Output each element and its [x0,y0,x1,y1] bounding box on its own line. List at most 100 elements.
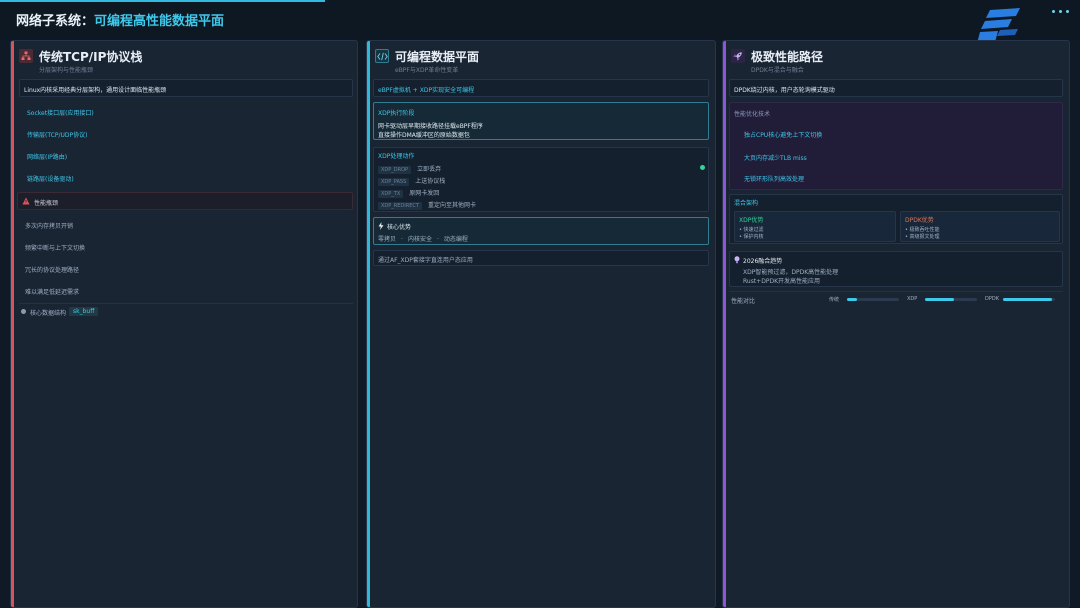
action-row: XDP_REDIRECT 重定向至其他网卡 [378,200,476,210]
panel-title: 极致性能路径 [751,50,824,64]
layer-item: 链路层(设备驱动) [27,176,74,183]
header-accent-line [0,0,325,2]
bottleneck-item: 多次内存拷贝开销 [25,223,74,230]
action-desc: 上送协议栈 [415,178,446,185]
card-title: DPDK优势 [905,217,934,224]
hybrid-box: 混合架构 XDP优势 • 快速过滤 • 保护内核 DPDK优势 • 极致吞吐性能… [729,194,1063,244]
intro-box: Linux内核采用经典分层架构，通用设计面临性能瓶颈 [19,79,353,97]
trend-title: 2026融合趋势 [743,258,783,265]
bar-track [1003,298,1055,301]
layer-item: 传输层(TCP/UDP协议) [27,132,88,139]
card-title: XDP优势 [739,217,764,224]
xdp-actions-title: XDP处理动作 [378,153,415,160]
dpdk-advantage-card: DPDK优势 • 极致吞吐性能 • 高级报文处理 [900,211,1060,242]
intro-box: eBPF虚拟机 + XDP实现安全可编程 [373,79,709,97]
intro-text: eBPF虚拟机 + XDP实现安全可编程 [378,87,475,94]
advantage-item: 动态编程 [443,236,468,243]
lightbulb-icon [734,256,740,264]
xdp-stage-title: XDP执行阶段 [378,110,415,117]
bottleneck-item: 难以满足低延迟需求 [25,289,80,296]
bar-track [847,298,899,301]
action-tag: XDP_TX [378,190,404,198]
panel-accent-bar [367,41,370,607]
optimization-title: 性能优化技术 [734,111,771,118]
panel-subtitle: eBPF与XDP革命性变革 [395,67,459,74]
bottleneck-header: 性能瓶颈 [17,192,353,210]
network-icon [19,49,33,63]
panel-accent-bar [11,41,14,607]
bar-label: XDP [907,296,918,302]
layer-item: 网络层(IP路由) [27,154,68,161]
compare-label: 性能对比 [731,298,756,305]
card-item: • 极致吞吐性能 [905,227,940,233]
bar-label: 传统 [829,297,840,303]
xdp-actions-box: XDP处理动作 XDP_DROP 立即丢弃 XDP_PASS 上送协议栈 XDP_T… [373,147,709,212]
advantage-item: 零拷贝 [378,236,397,243]
intro-box: DPDK绕过内核，用户态轮询模式驱动 [729,79,1063,97]
trend-box: 2026融合趋势 XDP智能预过滤，DPDK高性能处理 Rust+DPDK开发高… [729,251,1063,287]
bar-fill [925,298,954,301]
xdp-stage-box: XDP执行阶段 网卡驱动层早期接收路径挂载eBPF程序 直接操作DMA缓冲区的原… [373,102,709,140]
intro-text: DPDK绕过内核，用户态轮询模式驱动 [734,87,835,94]
action-row: XDP_TX 原网卡发回 [378,188,439,198]
trend-line: Rust+DPDK开发高性能应用 [743,278,821,285]
footer-box: 通过AF_XDP套接字直连用户态应用 [373,250,709,266]
intro-text: Linux内核采用经典分层架构，通用设计面临性能瓶颈 [24,87,167,94]
advantage-list: 零拷贝 · 内核安全 · 动态编程 [378,236,468,243]
bar-fill [1003,298,1052,301]
panel-programmable-dataplane: 可编程数据平面 eBPF与XDP革命性变革 eBPF虚拟机 + XDP实现安全可… [366,40,716,608]
layer-item: Socket接口层(应用接口) [27,110,94,117]
action-tag: XDP_REDIRECT [378,202,422,210]
page-title: 网络子系统：可编程高性能数据平面 [16,10,224,29]
page-title-prefix: 网络子系统： [16,14,95,29]
footer-text: 通过AF_XDP套接字直连用户态应用 [378,257,473,264]
optimization-item: 大页内存减少TLB miss [744,155,807,162]
bottleneck-item: 冗长的协议处理路径 [25,267,80,274]
status-dot-icon [700,165,705,170]
divider [19,303,353,304]
panel-tcpip-stack: 传统TCP/IP协议栈 分层架构与性能瓶颈 Linux内核采用经典分层架构，通用… [10,40,358,608]
action-tag: XDP_DROP [378,166,412,174]
action-desc: 原网卡发回 [409,190,440,197]
xdp-stage-line: 网卡驱动层早期接收路径挂载eBPF程序 [378,123,483,130]
rocket-icon [731,49,745,63]
page-title-highlight: 可编程高性能数据平面 [94,14,225,29]
panel-subtitle: DPDK与混合与融合 [751,67,804,74]
footer-tag: sk_buff [69,307,99,316]
code-icon [375,49,389,63]
action-desc: 重定向至其他网卡 [427,202,476,209]
bar-track [925,298,977,301]
data-structure-icon [21,309,26,314]
more-dots-icon[interactable] [1052,10,1069,13]
app-header: 网络子系统：可编程高性能数据平面 [0,0,1080,40]
xdp-advantage-card: XDP优势 • 快速过滤 • 保护内核 [734,211,896,242]
optimization-item: 独占CPU核心避免上下文切换 [744,132,823,139]
panel-title: 可编程数据平面 [395,50,480,64]
card-item: • 快速过滤 [739,227,764,233]
advantage-box: 核心优势 零拷贝 · 内核安全 · 动态编程 [373,217,709,245]
bottleneck-item: 频繁中断与上下文切换 [25,245,86,252]
action-desc: 立即丢弃 [417,166,442,173]
card-item: • 保护内核 [739,234,764,240]
card-item: • 高级报文处理 [905,234,940,240]
panel-title: 传统TCP/IP协议栈 [39,50,143,64]
bar-fill [847,298,857,301]
trend-line: XDP智能预过滤，DPDK高性能处理 [743,269,839,276]
warning-icon [22,197,30,205]
xdp-stage-line: 直接操作DMA缓冲区的原始数据包 [378,132,470,139]
advantage-title: 核心优势 [387,224,412,231]
panel-accent-bar [723,41,726,607]
optimization-box: 性能优化技术 独占CPU核心避免上下文切换 大页内存减少TLB miss 无锁环… [729,102,1063,190]
action-tag: XDP_PASS [378,178,410,186]
advantage-item: 内核安全 [407,236,432,243]
divider [729,291,1063,292]
bar-label: DPDK [985,296,999,302]
action-row: XDP_PASS 上送协议栈 [378,176,445,186]
footer-label: 核心数据结构 [30,310,67,317]
panel-subtitle: 分层架构与性能瓶颈 [39,67,94,74]
action-row: XDP_DROP 立即丢弃 [378,164,441,174]
optimization-item: 无锁环形队列高效处理 [744,176,805,183]
lightning-icon [378,222,384,230]
hybrid-title: 混合架构 [734,200,759,207]
panel-extreme-performance: 极致性能路径 DPDK与混合与融合 DPDK绕过内核，用户态轮询模式驱动 性能优… [722,40,1070,608]
